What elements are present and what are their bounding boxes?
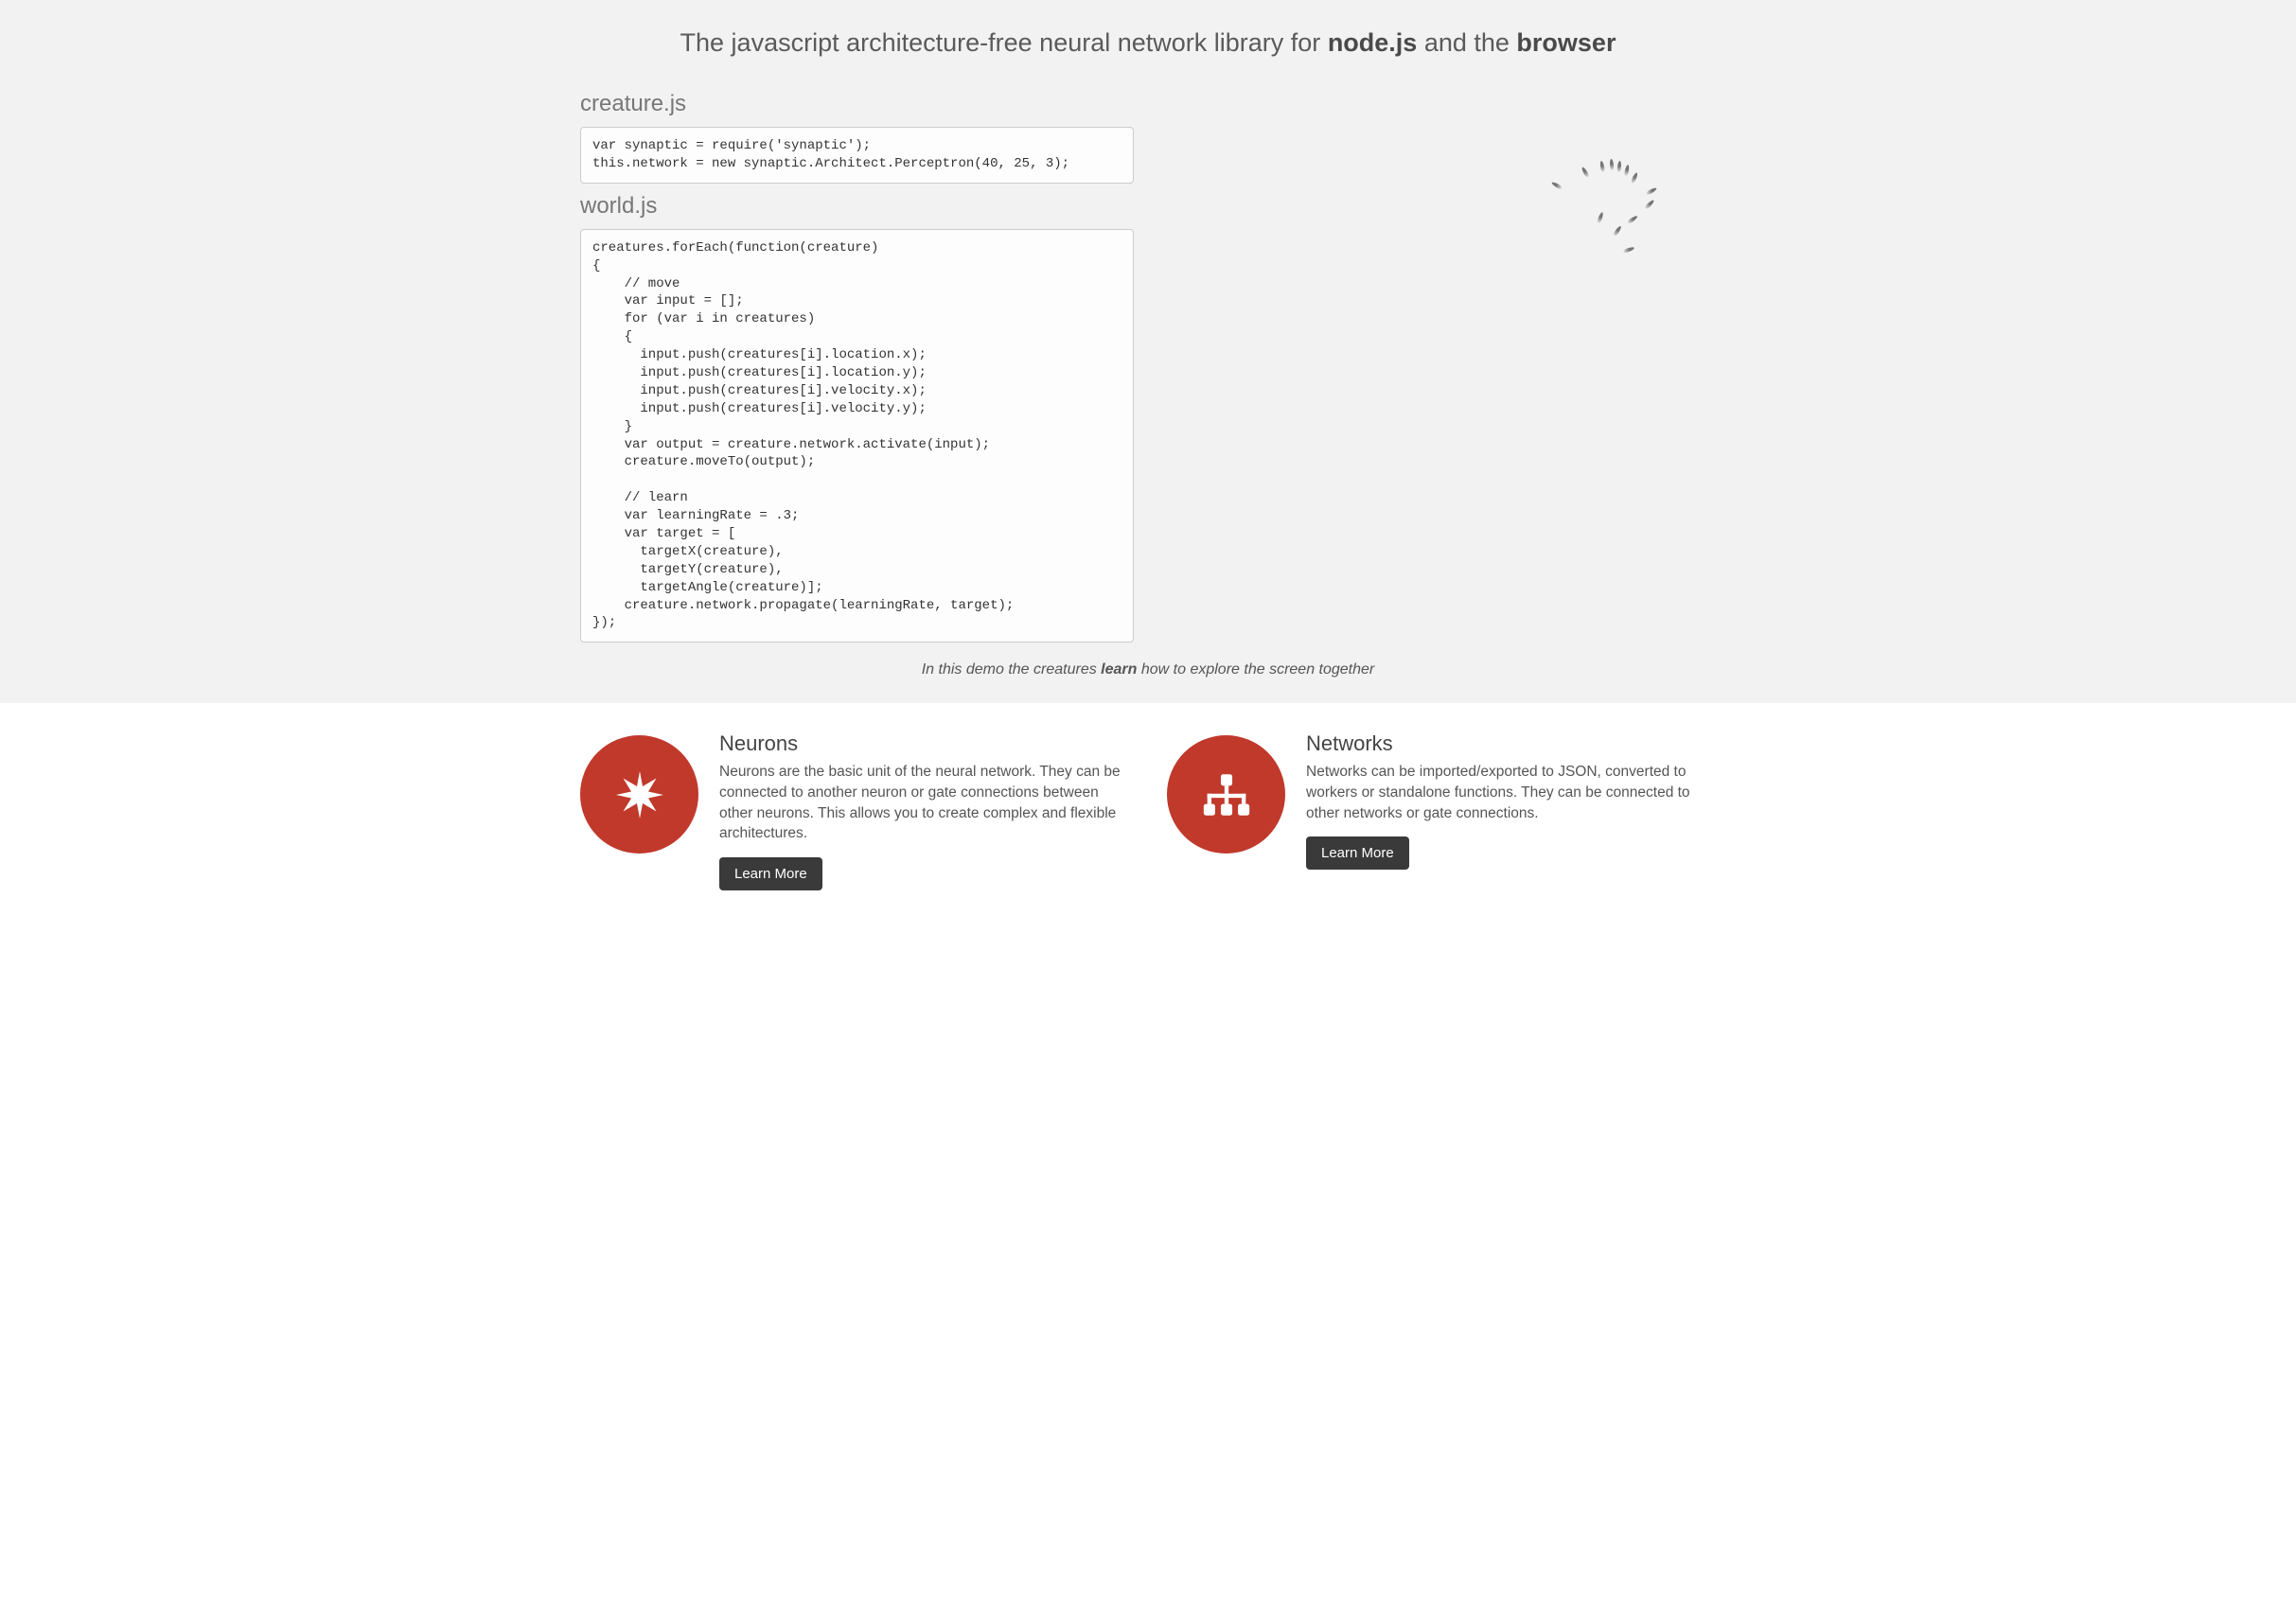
feature-desc-neurons: Neurons are the basic unit of the neural… (719, 762, 1129, 844)
tagline: The javascript architecture-free neural … (580, 28, 1716, 58)
code-label-creature: creature.js (580, 91, 1134, 117)
demo-caption: In this demo the creatures learn how to … (580, 661, 1716, 684)
learn-more-networks-button[interactable]: Learn More (1306, 836, 1409, 870)
sitemap-icon (1167, 735, 1285, 854)
tagline-bold-browser: browser (1516, 28, 1616, 57)
feature-title-networks: Networks (1306, 731, 1716, 756)
creatures-swarm (1527, 157, 1678, 308)
feature-desc-networks: Networks can be imported/exported to JSO… (1306, 762, 1716, 823)
feature-neurons: Neurons Neurons are the basic unit of th… (580, 731, 1129, 890)
asterisk-icon (580, 735, 698, 854)
demo-canvas (1162, 81, 1716, 555)
code-label-world: world.js (580, 193, 1134, 220)
demo-caption-bold: learn (1101, 661, 1137, 678)
feature-title-neurons: Neurons (719, 731, 1129, 756)
code-block-world: creatures.forEach(function(creature) { /… (580, 229, 1134, 643)
feature-networks: Networks Networks can be imported/export… (1167, 731, 1716, 890)
learn-more-neurons-button[interactable]: Learn More (719, 857, 822, 890)
tagline-pre: The javascript architecture-free neural … (680, 28, 1328, 57)
demo-caption-post: how to explore the screen together (1137, 661, 1374, 678)
code-block-creature: var synaptic = require('synaptic'); this… (580, 127, 1134, 184)
tagline-bold-nodejs: node.js (1328, 28, 1418, 57)
tagline-mid: and the (1417, 28, 1516, 57)
demo-caption-pre: In this demo the creatures (922, 661, 1101, 678)
